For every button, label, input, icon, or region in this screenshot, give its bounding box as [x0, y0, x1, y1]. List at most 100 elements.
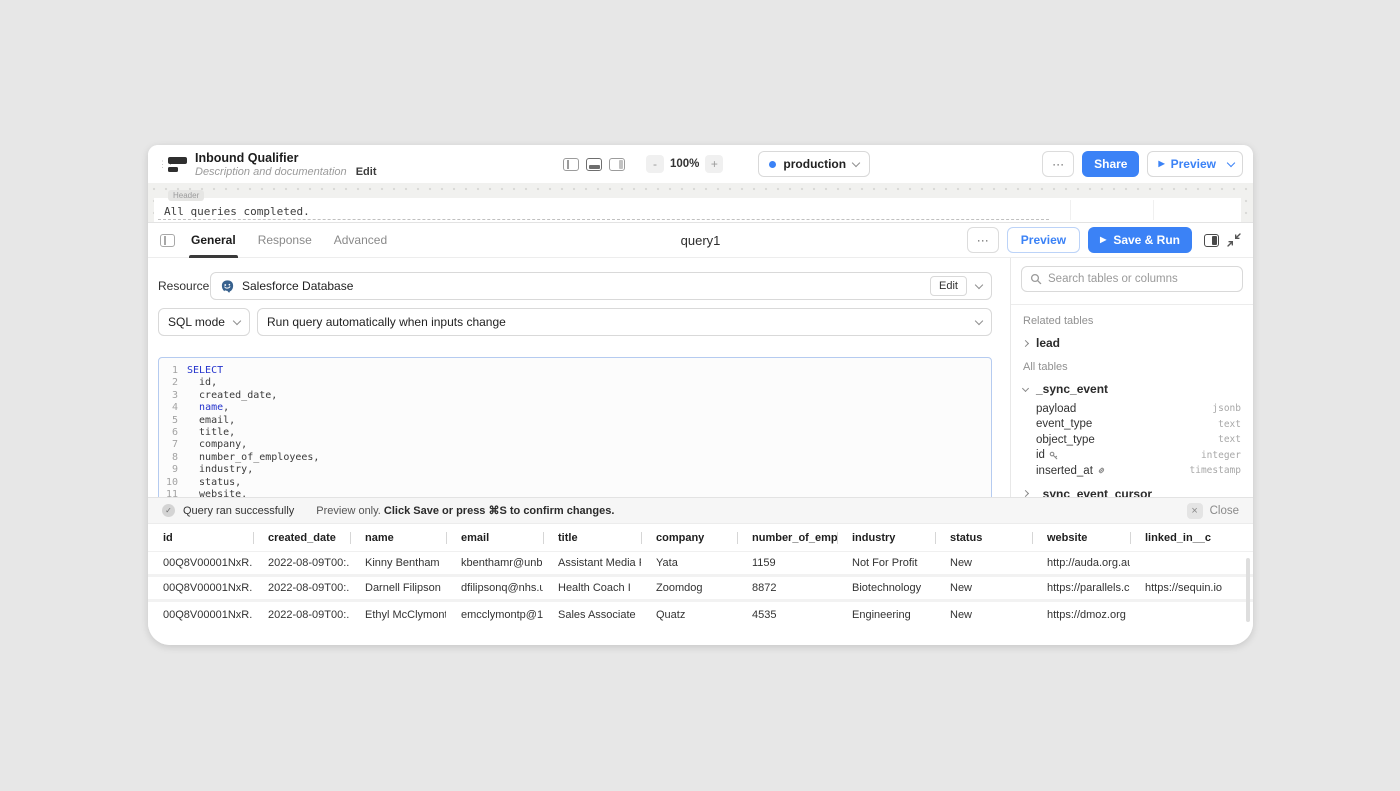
query-preview-button[interactable]: Preview [1007, 227, 1080, 253]
environment-select[interactable]: production [758, 151, 870, 177]
column-type: integer [1201, 450, 1241, 461]
column-name: event_type [1036, 418, 1092, 430]
table-cell: emcclymontp@1u... [446, 609, 543, 621]
preview-dropdown-button[interactable] [1226, 152, 1242, 176]
resource-value: Salesforce Database [242, 279, 353, 293]
table-cell: 8872 [737, 582, 837, 594]
line-number: 2 [159, 377, 187, 389]
results-scrollbar[interactable] [1246, 558, 1250, 622]
zoom-in-button[interactable]: + [705, 155, 723, 173]
zoom-out-button[interactable]: - [646, 155, 664, 173]
column-header-website[interactable]: website [1032, 532, 1130, 544]
close-results-button[interactable]: × Close [1187, 503, 1239, 519]
toggle-bottom-panel-icon[interactable] [586, 158, 602, 171]
preview-app-label: Preview [1171, 157, 1216, 171]
schema-column-id[interactable]: id integer [1023, 448, 1241, 464]
query-config-area: Resource Salesforce Database Edit SQL mo… [148, 258, 1010, 497]
table-cell: Yata [641, 557, 737, 569]
line-number: 10 [159, 477, 187, 489]
table-row[interactable]: 00Q8V00001NxR...2022-08-09T00:...Darnell… [148, 577, 1253, 602]
column-name: inserted_at [1036, 465, 1106, 477]
table-cell: Assistant Media Pl... [543, 557, 641, 569]
schema-column-inserted_at[interactable]: inserted_attimestamp [1023, 463, 1241, 479]
table-cell: Quatz [641, 609, 737, 621]
schema-column-event_type[interactable]: event_typetext [1023, 417, 1241, 433]
preview-app-button[interactable]: ▶ Preview [1148, 152, 1226, 176]
table-cell: 00Q8V00001NxR... [148, 582, 253, 594]
results-table-header: idcreated_datenameemailtitlecompanynumbe… [148, 524, 1253, 552]
collapse-editor-icon[interactable] [1227, 233, 1241, 247]
related-table-lead[interactable]: lead [1023, 334, 1241, 352]
code-line: 3 created_date, [159, 390, 991, 402]
table-name: _sync_event_cursor [1036, 487, 1152, 498]
query-more-options-button[interactable]: ··· [967, 227, 999, 253]
column-header-linked-in-c[interactable]: linked_in__c [1130, 532, 1228, 544]
app-title: Inbound Qualifier [195, 151, 377, 165]
code-line: 5 email, [159, 415, 991, 427]
column-header-company[interactable]: company [641, 532, 737, 544]
results-table: idcreated_datenameemailtitlecompanynumbe… [148, 524, 1253, 627]
query-mode-select[interactable]: SQL mode [158, 308, 250, 336]
editor-canvas[interactable]: Header All queries completed. [148, 183, 1253, 223]
column-header-number-of-emp-[interactable]: number_of_emp... [737, 532, 837, 544]
drag-handle-icon[interactable]: ⋮⋮ [158, 162, 166, 167]
schema-sidebar: Related tables lead All tables _sync_eve… [1010, 258, 1253, 497]
column-type: text [1218, 434, 1241, 445]
table-cell: Health Coach I [543, 582, 641, 594]
code-text: company, [187, 439, 247, 451]
table-cell: 00Q8V00001NxR... [148, 609, 253, 621]
schema-column-object_type[interactable]: object_typetext [1023, 432, 1241, 448]
table-cell: Darnell Filipson [350, 582, 446, 594]
table-cell: New [935, 557, 1032, 569]
column-header-status[interactable]: status [935, 532, 1032, 544]
column-header-title[interactable]: title [543, 532, 641, 544]
column-name: id [1036, 449, 1058, 461]
run-behavior-select[interactable]: Run query automatically when inputs chan… [257, 308, 992, 336]
share-button[interactable]: Share [1082, 151, 1139, 177]
table-cell: 2022-08-09T00:... [253, 557, 350, 569]
tab-response[interactable]: Response [258, 223, 312, 258]
table-row[interactable]: 00Q8V00001NxR...2022-08-09T00:...Kinny B… [148, 552, 1253, 577]
schema-search-input[interactable] [1048, 273, 1234, 285]
table-row[interactable]: 00Q8V00001NxR...2022-08-09T00:...Ethyl M… [148, 602, 1253, 627]
column-header-created-date[interactable]: created_date [253, 532, 350, 544]
column-header-industry[interactable]: industry [837, 532, 935, 544]
schema-table-_sync_event_cursor[interactable]: _sync_event_cursor [1023, 485, 1241, 498]
schema-column-payload[interactable]: payloadjsonb [1023, 401, 1241, 417]
preview-notice: Preview only. Click Save or press ⌘S to … [316, 504, 614, 517]
toggle-left-panel-icon[interactable] [563, 158, 579, 171]
tab-general[interactable]: General [191, 223, 236, 258]
table-cell: Kinny Bentham [350, 557, 446, 569]
column-header-name[interactable]: name [350, 532, 446, 544]
app-subtitle: Description and documentation [195, 166, 347, 178]
save-and-run-label: Save & Run [1113, 233, 1180, 247]
code-line: 9 industry, [159, 464, 991, 476]
play-icon: ▶ [1158, 160, 1164, 168]
related-tables-label: Related tables [1023, 315, 1241, 327]
header-component[interactable]: Header All queries completed. [154, 198, 1241, 223]
resource-edit-button[interactable]: Edit [930, 276, 967, 296]
all-tables-label: All tables [1023, 361, 1241, 373]
collapse-panel-left-icon[interactable] [160, 234, 175, 247]
sql-code-editor[interactable]: 1SELECT2 id,3 created_date,4 name,5 emai… [158, 357, 992, 503]
chevron-down-icon [975, 280, 983, 288]
code-text: status, [187, 477, 241, 489]
table-cell: Sales Associate [543, 609, 641, 621]
table-cell: http://auda.org.au [1032, 557, 1130, 569]
line-number: 6 [159, 427, 187, 439]
toggle-right-panel-icon[interactable] [609, 158, 625, 171]
more-options-button[interactable]: ··· [1042, 151, 1074, 177]
table-cell: 4535 [737, 609, 837, 621]
schema-table-_sync_event[interactable]: _sync_event [1023, 380, 1241, 398]
toggle-schema-panel-icon[interactable] [1204, 234, 1219, 247]
save-and-run-button[interactable]: ▶ Save & Run [1088, 227, 1192, 253]
line-number: 3 [159, 390, 187, 402]
column-header-email[interactable]: email [446, 532, 543, 544]
resource-select[interactable]: Salesforce Database Edit [210, 272, 992, 300]
table-cell: 2022-08-09T00:... [253, 609, 350, 621]
tab-advanced[interactable]: Advanced [334, 223, 387, 258]
chevron-down-icon [975, 316, 983, 324]
close-label: Close [1210, 505, 1239, 517]
edit-description-button[interactable]: Edit [356, 166, 377, 178]
column-header-id[interactable]: id [148, 532, 253, 544]
